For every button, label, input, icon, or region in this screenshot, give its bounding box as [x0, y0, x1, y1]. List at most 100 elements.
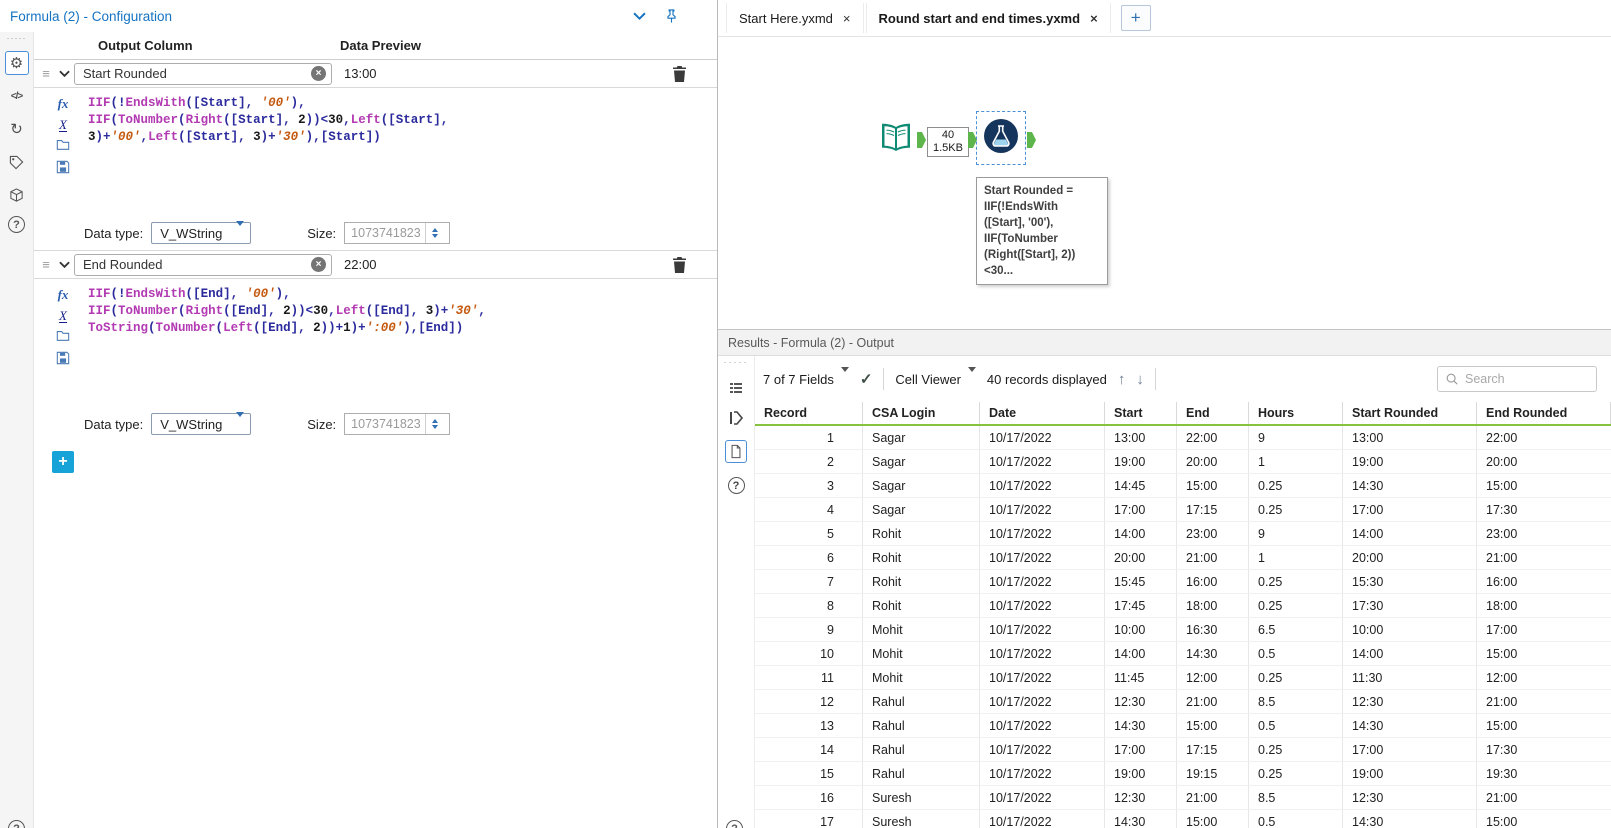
column-header[interactable]: Date [980, 402, 1105, 424]
apply-check-icon[interactable]: ✓ [860, 370, 873, 388]
help-tab-icon[interactable]: ? [8, 216, 25, 233]
annotation-code-tab-icon[interactable]: </> [5, 84, 29, 108]
column-header[interactable]: Record [755, 402, 863, 424]
table-row[interactable]: 8 Rohit 10/17/2022 17:45 18:00 0.25 17:30 18:00 [755, 594, 1611, 618]
delete-expression-button[interactable] [672, 65, 687, 82]
column-header[interactable]: Hours [1249, 402, 1343, 424]
formula-tool-output-anchor[interactable] [1027, 132, 1036, 148]
output-column-input[interactable]: End Rounded × [74, 253, 332, 276]
add-expression-button[interactable]: + [52, 451, 74, 473]
save-expression-icon[interactable] [56, 351, 70, 368]
refresh-tab-icon[interactable]: ↻ [5, 117, 29, 141]
table-row[interactable]: 3 Sagar 10/17/2022 14:45 15:00 0.25 14:30 15:00 [755, 474, 1611, 498]
table-cell: 13:00 [1343, 426, 1477, 449]
editor-icons: fx X [50, 88, 76, 216]
configuration-tab-icon[interactable]: ⚙ [4, 51, 29, 75]
size-input[interactable] [345, 226, 426, 240]
table-row[interactable]: 13 Rahul 10/17/2022 14:30 15:00 0.5 14:30 15:00 [755, 714, 1611, 738]
functions-icon[interactable]: fx [58, 287, 69, 303]
table-cell: 0.5 [1249, 714, 1343, 737]
table-row[interactable]: 10 Mohit 10/17/2022 14:00 14:30 0.5 14:00 15:00 [755, 642, 1611, 666]
variables-icon[interactable]: X [59, 118, 67, 132]
table-row[interactable]: 2 Sagar 10/17/2022 19:00 20:00 1 19:00 20:00 [755, 450, 1611, 474]
table-row[interactable]: 12 Rahul 10/17/2022 12:30 21:00 8.5 12:30 21:00 [755, 690, 1611, 714]
column-header[interactable]: End [1177, 402, 1249, 424]
data-type-label: Data type: [84, 416, 144, 432]
panel-grip-dots[interactable]: ····· [7, 34, 27, 43]
results-help-icon[interactable]: ? [727, 477, 745, 494]
formula-code[interactable]: IIF(!EndsWith([End], '00'), IIF(ToNumber… [76, 279, 717, 407]
expand-expression-chevron-icon[interactable] [54, 70, 74, 78]
alteryx-app: Formula (2) - Configuration ····· ⚙ </> … [0, 0, 1611, 828]
table-cell: 1 [755, 426, 863, 449]
table-row[interactable]: 1 Sagar 10/17/2022 13:00 22:00 9 13:00 22:00 [755, 426, 1611, 450]
splitter-handle[interactable]: ····· [724, 358, 749, 367]
package-tab-icon[interactable] [5, 183, 29, 207]
collapse-panel-chevron-icon[interactable] [633, 12, 646, 21]
new-tab-button[interactable]: + [1120, 5, 1151, 31]
results-help-bottom-icon[interactable]: ? [726, 820, 743, 828]
help-bottom-icon[interactable]: ? [8, 820, 25, 828]
table-row[interactable]: 6 Rohit 10/17/2022 20:00 21:00 1 20:00 21:00 [755, 546, 1611, 570]
input-tool-output-anchor[interactable] [917, 132, 926, 148]
clear-field-icon[interactable]: × [311, 66, 326, 81]
table-row[interactable]: 17 Suresh 10/17/2022 14:30 15:00 0.5 14:30 15:0… [755, 810, 1611, 828]
saved-expressions-folder-icon[interactable] [56, 329, 70, 345]
table-cell: 19:00 [1343, 762, 1477, 785]
data-view-icon[interactable] [725, 440, 747, 463]
tag-tab-icon[interactable] [5, 150, 29, 174]
table-cell: 14:30 [1177, 642, 1249, 665]
table-cell: 10:00 [1343, 618, 1477, 641]
fields-dropdown[interactable]: 7 of 7 Fields [763, 366, 849, 387]
column-header[interactable]: Start Rounded [1343, 402, 1477, 424]
table-row[interactable]: 14 Rahul 10/17/2022 17:00 17:15 0.25 17:00 17:3… [755, 738, 1611, 762]
pin-panel-icon[interactable] [664, 8, 679, 24]
table-cell: 19:00 [1105, 762, 1177, 785]
table-row[interactable]: 4 Sagar 10/17/2022 17:00 17:15 0.25 17:00 17:30 [755, 498, 1611, 522]
table-row[interactable]: 16 Suresh 10/17/2022 12:30 21:00 8.5 12:30 21:0… [755, 786, 1611, 810]
tab-start-here[interactable]: Start Here.yxmd × [726, 3, 864, 33]
size-stepper[interactable] [425, 414, 443, 434]
variables-icon[interactable]: X [59, 309, 67, 323]
data-type-select[interactable]: V_WString [151, 411, 252, 435]
table-cell: 9 [1249, 522, 1343, 545]
connection-data-size: 1.5KB [933, 142, 963, 154]
size-stepper[interactable] [425, 223, 443, 243]
layout-rows-icon[interactable] [728, 380, 744, 396]
scroll-up-icon[interactable]: ↑ [1118, 371, 1126, 388]
size-input[interactable] [345, 417, 426, 431]
table-row[interactable]: 9 Mohit 10/17/2022 10:00 16:30 6.5 10:00 17:00 [755, 618, 1611, 642]
drag-handle-icon[interactable]: ≡ [38, 66, 54, 81]
column-header[interactable]: End Rounded [1477, 402, 1611, 424]
close-tab-icon[interactable]: × [843, 11, 851, 26]
expand-expression-chevron-icon[interactable] [54, 261, 74, 269]
formula-tool[interactable] [983, 118, 1019, 154]
search-input[interactable] [1465, 372, 1589, 386]
formula-code[interactable]: IIF(!EndsWith([Start], '00'), IIF(ToNumb… [76, 88, 717, 216]
column-header[interactable]: Start [1105, 402, 1177, 424]
cell-viewer-dropdown[interactable]: Cell Viewer [895, 366, 976, 387]
tab-round-times[interactable]: Round start and end times.yxmd × [865, 3, 1111, 33]
column-header[interactable]: CSA Login [863, 402, 980, 424]
close-tab-icon[interactable]: × [1090, 11, 1098, 26]
table-row[interactable]: 7 Rohit 10/17/2022 15:45 16:00 0.25 15:30 16:00 [755, 570, 1611, 594]
table-cell: 17:00 [1343, 738, 1477, 761]
save-expression-icon[interactable] [56, 160, 70, 177]
table-row[interactable]: 5 Rohit 10/17/2022 14:00 23:00 9 14:00 23:00 [755, 522, 1611, 546]
delete-expression-button[interactable] [672, 256, 687, 273]
table-row[interactable]: 11 Mohit 10/17/2022 11:45 12:00 0.25 11:30 12:0… [755, 666, 1611, 690]
table-cell: 15:45 [1105, 570, 1177, 593]
output-column-name: Start Rounded [83, 66, 167, 81]
input-data-tool[interactable] [876, 119, 916, 159]
data-type-select[interactable]: V_WString [151, 220, 252, 244]
drag-handle-icon[interactable]: ≡ [38, 257, 54, 272]
output-column-input[interactable]: Start Rounded × [74, 62, 332, 85]
saved-expressions-folder-icon[interactable] [56, 138, 70, 154]
table-row[interactable]: 15 Rahul 10/17/2022 19:00 19:15 0.25 19:00 19:3… [755, 762, 1611, 786]
connection-progress-label[interactable]: 40 1.5KB [927, 127, 969, 157]
clear-field-icon[interactable]: × [311, 257, 326, 272]
connection-bracket-icon[interactable] [728, 410, 744, 426]
scroll-down-icon[interactable]: ↓ [1136, 371, 1144, 388]
workflow-canvas[interactable]: 40 1.5KB Start Rounded = IIF(!EndsWith (… [718, 37, 1611, 329]
functions-icon[interactable]: fx [58, 96, 69, 112]
